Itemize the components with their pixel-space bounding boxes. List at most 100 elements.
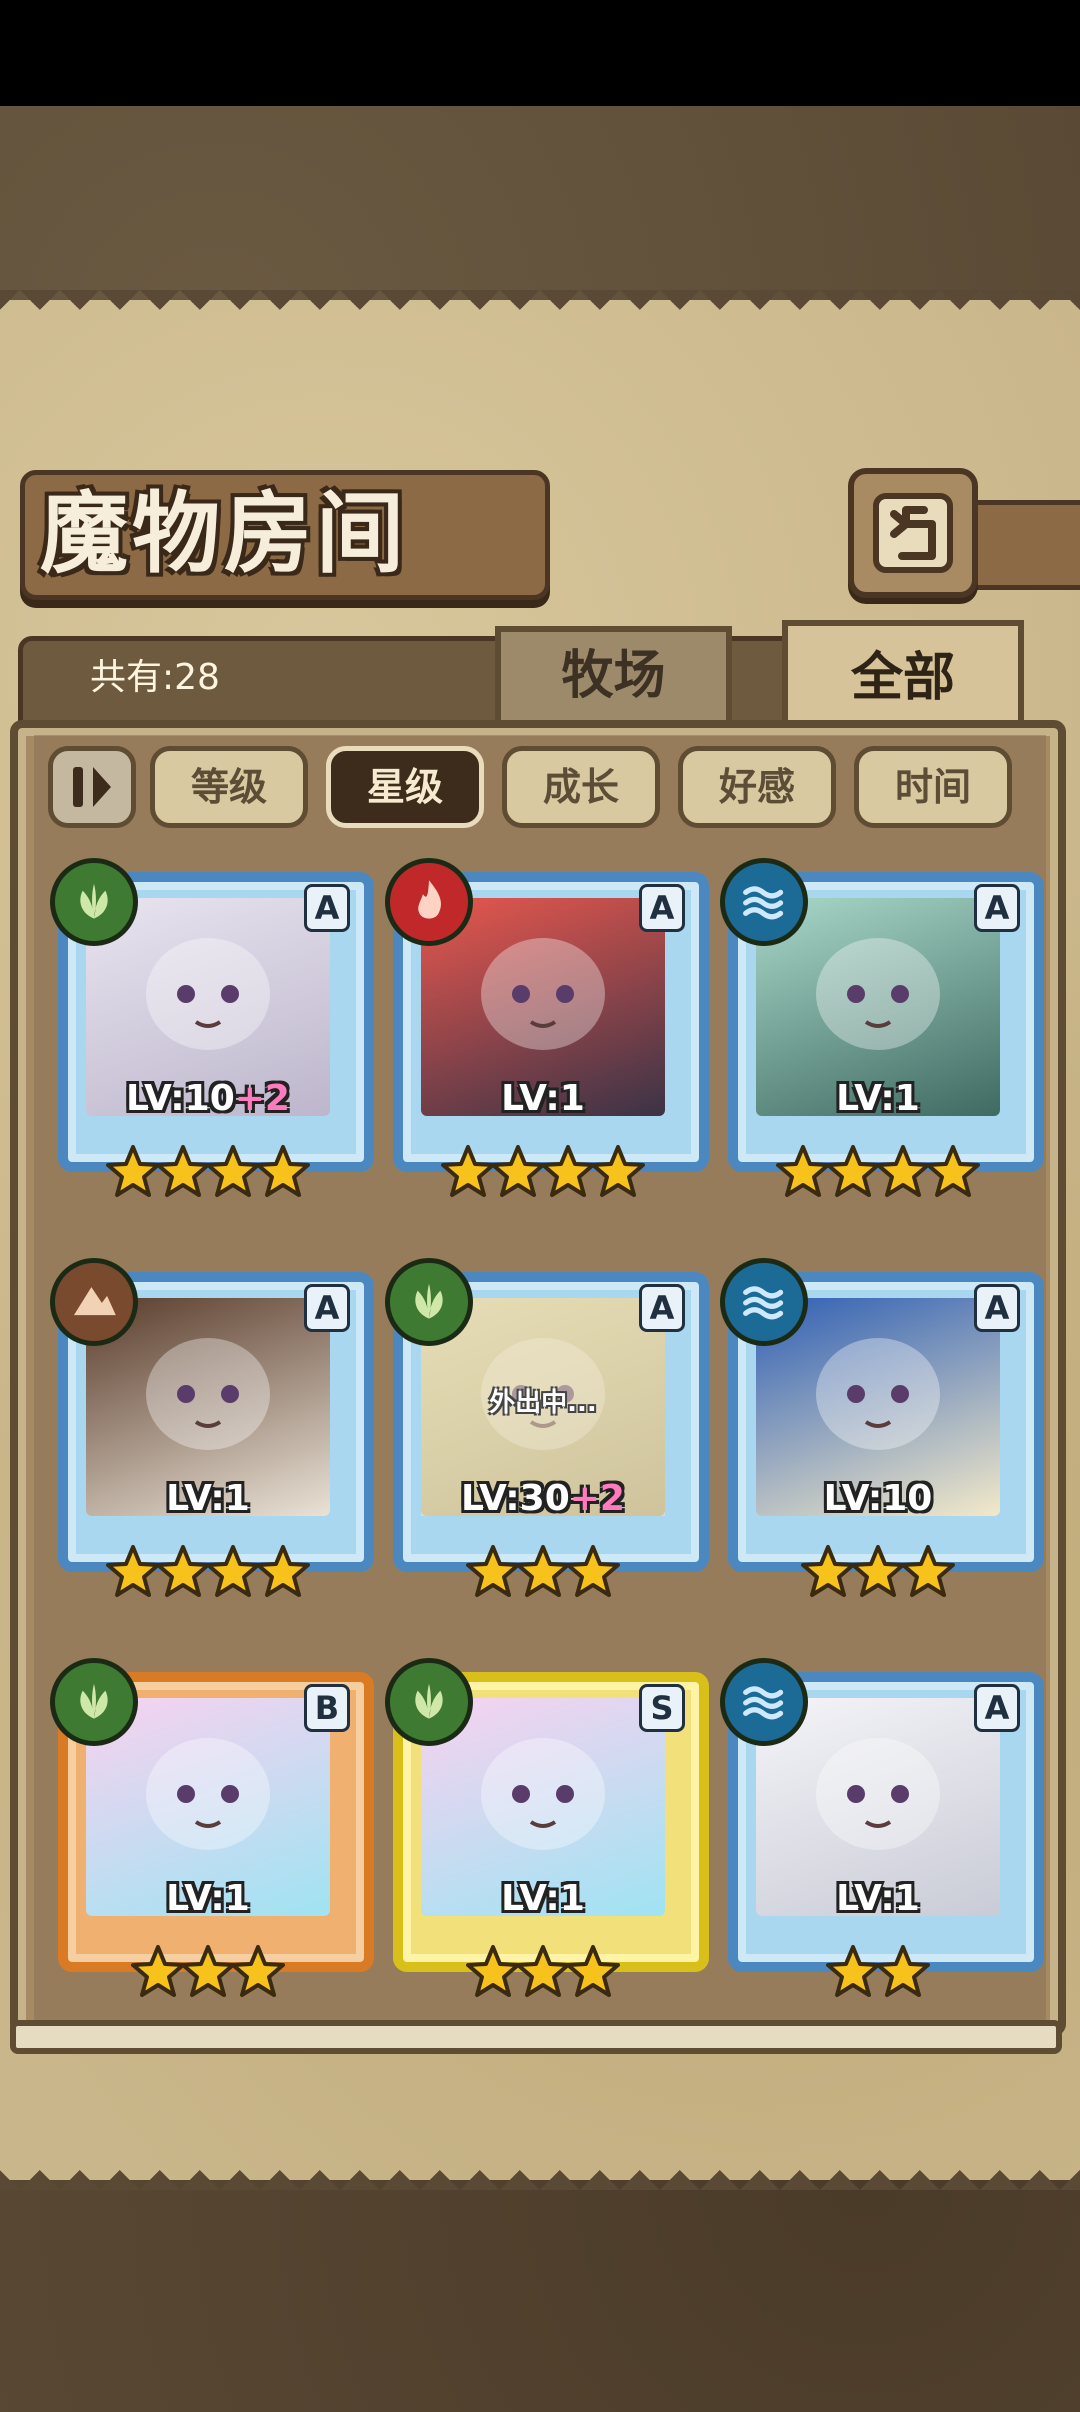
monster-card[interactable]: A LV:1 [720, 1658, 1044, 2008]
rank-badge: A [639, 884, 685, 932]
star-icon [876, 1144, 930, 1200]
star-icon [541, 1144, 595, 1200]
rank-badge: A [974, 884, 1020, 932]
star-icon [826, 1944, 880, 2000]
header-right-bar [966, 500, 1080, 590]
star-icon [466, 1944, 520, 2000]
rank-badge: B [304, 1684, 350, 1732]
level-label: LV:30+2 [421, 1476, 665, 1522]
star-icon [206, 1544, 260, 1600]
level-label: LV:10 [756, 1476, 1000, 1522]
level-value: LV:1 [166, 1478, 250, 1519]
monster-card[interactable]: A LV:1 [720, 858, 1044, 1208]
level-bonus: +2 [569, 1478, 625, 1519]
star-rating [425, 1144, 661, 1214]
star-rating [425, 1944, 661, 2014]
star-icon [926, 1144, 980, 1200]
star-icon [131, 1944, 185, 2000]
sort-time-button[interactable]: 时间 [854, 746, 1012, 828]
element-nature-icon [50, 858, 138, 946]
star-rating [760, 1144, 996, 1214]
star-rating [90, 1944, 326, 2014]
rank-badge: A [304, 884, 350, 932]
monster-card[interactable]: A LV:10+2 [50, 858, 374, 1208]
monster-count: 共有:28 [90, 657, 220, 698]
level-label: LV:1 [86, 1876, 330, 1922]
status-bar [0, 0, 1080, 106]
monster-card[interactable]: A LV:1 [385, 858, 709, 1208]
star-rating [425, 1544, 661, 1614]
level-label: LV:1 [756, 1076, 1000, 1122]
star-rating [90, 1144, 326, 1214]
star-rating [760, 1544, 996, 1614]
panel-bottom-bar [10, 2020, 1062, 2054]
page-title: 魔物房间 [40, 481, 409, 585]
sort-growth-button[interactable]: 成长 [502, 746, 660, 828]
level-label: LV:1 [756, 1876, 1000, 1922]
star-icon [256, 1544, 310, 1600]
star-icon [256, 1144, 310, 1200]
return-arrow-icon [873, 493, 953, 573]
level-label: LV:1 [421, 1876, 665, 1922]
monster-card[interactable]: S LV:1 [385, 1658, 709, 2008]
sort-affection-button[interactable]: 好感 [678, 746, 836, 828]
level-value: LV:1 [501, 1078, 585, 1119]
star-icon [826, 1144, 880, 1200]
rank-badge: A [974, 1284, 1020, 1332]
star-icon [106, 1144, 160, 1200]
sort-star-button[interactable]: 星级 [326, 746, 484, 828]
level-value: LV:1 [836, 1078, 920, 1119]
star-icon [516, 1944, 570, 2000]
star-rating [760, 1944, 996, 2014]
star-icon [851, 1544, 905, 1600]
star-icon [106, 1544, 160, 1600]
zigzag-bottom-edge [0, 2150, 1080, 2190]
monster-card[interactable]: A LV:1 [50, 1258, 374, 1608]
element-water-icon [720, 1258, 808, 1346]
sort-row: 等级 星级 成长 好感 时间 [48, 742, 1048, 828]
sort-level-button[interactable]: 等级 [150, 746, 308, 828]
star-icon [231, 1944, 285, 2000]
element-water-icon [720, 858, 808, 946]
star-icon [466, 1544, 520, 1600]
level-label: LV:1 [86, 1476, 330, 1522]
sort-order-toggle[interactable] [48, 746, 136, 828]
star-icon [591, 1144, 645, 1200]
away-status: 外出中... [489, 1388, 597, 1418]
level-label: LV:10+2 [86, 1076, 330, 1122]
element-earth-icon [50, 1258, 138, 1346]
element-nature-icon [50, 1658, 138, 1746]
element-water-icon [720, 1658, 808, 1746]
zigzag-top-edge [0, 290, 1080, 330]
tab-farm[interactable]: 牧场 [495, 626, 732, 730]
level-value: LV:30 [461, 1478, 570, 1519]
level-value: LV:1 [501, 1878, 585, 1919]
level-value: LV:10 [126, 1078, 235, 1119]
rank-badge: A [304, 1284, 350, 1332]
level-value: LV:10 [823, 1478, 933, 1519]
star-icon [491, 1144, 545, 1200]
monster-card[interactable]: 外出中... A LV:30+2 [385, 1258, 709, 1608]
sort-order-icon [73, 767, 111, 807]
star-rating [90, 1544, 326, 1614]
star-icon [566, 1944, 620, 2000]
star-icon [156, 1544, 210, 1600]
star-icon [441, 1144, 495, 1200]
element-nature-icon [385, 1258, 473, 1346]
monster-card[interactable]: B LV:1 [50, 1658, 374, 2008]
rank-badge: S [639, 1684, 685, 1732]
back-button[interactable] [848, 468, 978, 598]
star-icon [566, 1544, 620, 1600]
level-label: LV:1 [421, 1076, 665, 1122]
level-value: LV:1 [166, 1878, 250, 1919]
star-icon [876, 1944, 930, 2000]
star-icon [181, 1944, 235, 2000]
element-nature-icon [385, 1658, 473, 1746]
star-icon [206, 1144, 260, 1200]
rank-badge: A [639, 1284, 685, 1332]
star-icon [156, 1144, 210, 1200]
monster-card[interactable]: A LV:10 [720, 1258, 1044, 1608]
star-icon [901, 1544, 955, 1600]
star-icon [776, 1144, 830, 1200]
element-fire-icon [385, 858, 473, 946]
